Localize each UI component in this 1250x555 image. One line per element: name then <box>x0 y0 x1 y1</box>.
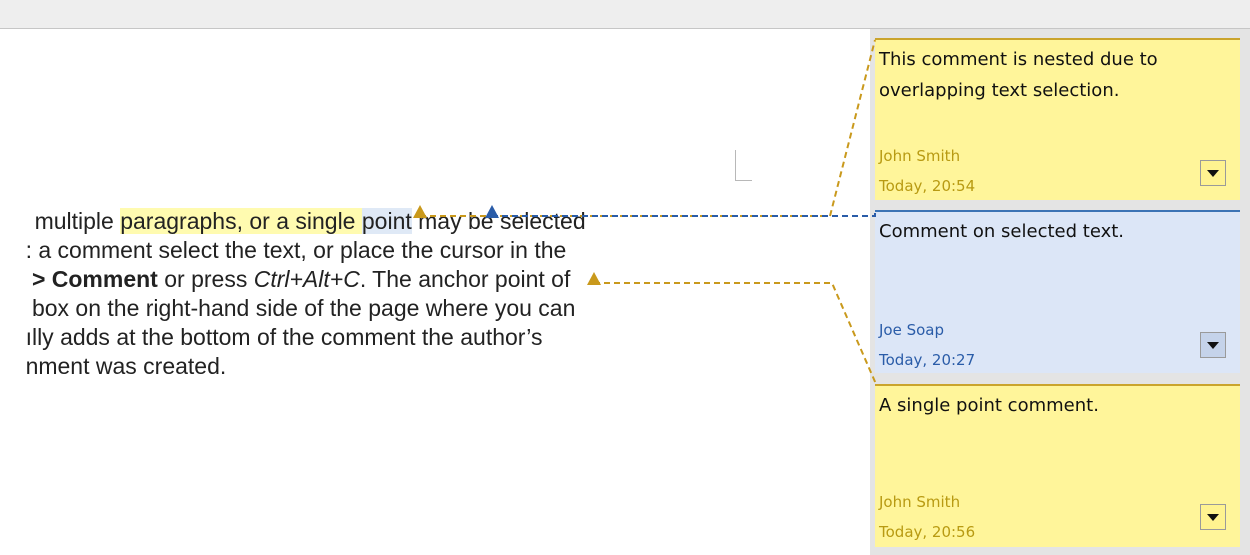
anchor-triangle-icon <box>587 272 601 285</box>
anchor-triangle-icon <box>413 205 427 218</box>
anchor-line-selected <box>492 211 876 217</box>
comment-anchor-lines <box>413 39 877 385</box>
anchor-triangle-icon <box>485 205 499 218</box>
anchor-line-nested <box>420 39 876 217</box>
anchor-line-point <box>594 282 877 385</box>
